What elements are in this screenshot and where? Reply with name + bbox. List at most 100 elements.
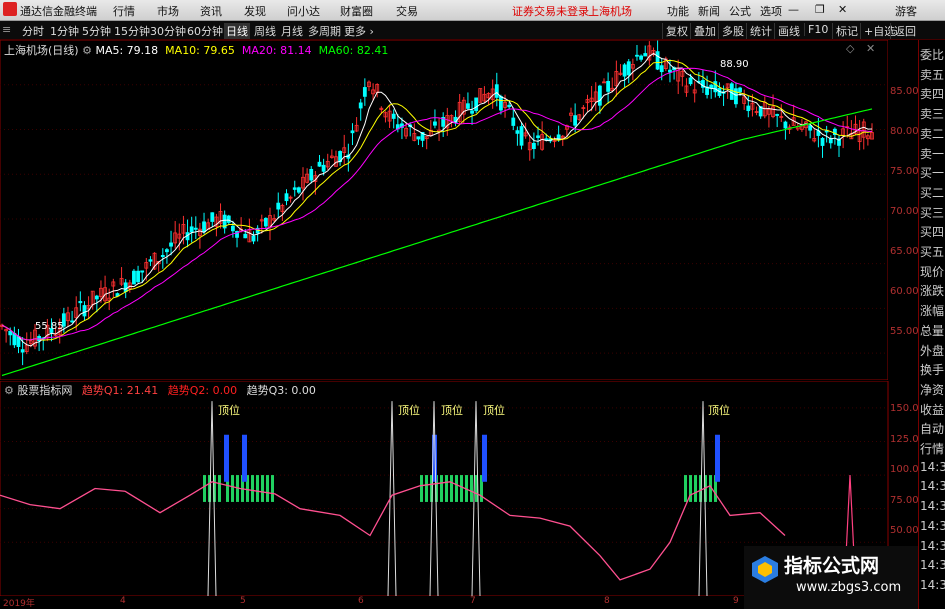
candle-body: [606, 80, 611, 92]
adjust-button[interactable]: 复权: [662, 23, 688, 39]
menu-item-quotes[interactable]: 行情: [113, 3, 135, 19]
sidebar-item[interactable]: 卖三: [920, 105, 944, 122]
sidebar-item[interactable]: 涨幅: [920, 302, 944, 319]
sidebar-item[interactable]: 卖五: [920, 66, 944, 83]
candle-body: [433, 121, 437, 126]
sidebar-item[interactable]: 买二: [920, 184, 944, 201]
multi-stock-button[interactable]: 多股: [718, 23, 744, 39]
sidebar-item[interactable]: 14:3: [920, 578, 945, 592]
period-tab-5min[interactable]: 5分钟: [82, 23, 111, 39]
stats-button[interactable]: 统计: [746, 23, 772, 39]
sidebar-item[interactable]: 买五: [920, 243, 944, 260]
period-tab-multi[interactable]: 多周期: [308, 23, 341, 39]
menu-item-news[interactable]: 资讯: [200, 3, 222, 19]
sidebar-item[interactable]: 14:3: [920, 558, 945, 572]
settings-icon[interactable]: ⚙: [82, 44, 95, 57]
sidebar-item[interactable]: 卖四: [920, 85, 944, 102]
login-notice[interactable]: 证券交易未登录: [512, 3, 589, 19]
signal-bar: [261, 475, 264, 502]
period-tab-60min[interactable]: 60分钟: [187, 23, 223, 39]
period-toolbar: ≡ 分时 1分钟 5分钟 15分钟 30分钟 60分钟 日线 周线 月线 多周期…: [0, 21, 945, 40]
ind-y-tick: 75.00: [890, 495, 919, 506]
toolbar-menu-icon[interactable]: ≡: [2, 23, 11, 36]
candle-body: [536, 135, 540, 138]
sidebar-item[interactable]: 净资: [920, 381, 944, 398]
period-tab-monthly[interactable]: 月线: [281, 23, 303, 39]
sidebar-item[interactable]: 买四: [920, 223, 944, 240]
menu-item-function[interactable]: 功能: [667, 3, 689, 19]
period-tab-daily[interactable]: 日线: [224, 23, 250, 39]
menu-item-options[interactable]: 选项: [760, 3, 782, 19]
menu-item-wealth[interactable]: 财富圈: [340, 3, 373, 19]
diamond-icon[interactable]: ◇: [846, 42, 854, 55]
sidebar-item[interactable]: 外盘: [920, 342, 944, 359]
signal-bar: [266, 475, 269, 502]
period-tab-timeshare[interactable]: 分时: [22, 23, 44, 39]
sidebar-item[interactable]: 14:3: [920, 539, 945, 553]
sidebar-item[interactable]: 买一: [920, 164, 944, 181]
menu-item-newsfeed[interactable]: 新闻: [698, 3, 720, 19]
period-tab-more[interactable]: 更多 ›: [344, 23, 374, 39]
sidebar-item[interactable]: 14:3: [920, 479, 945, 493]
sidebar-item[interactable]: 买三: [920, 204, 944, 221]
sidebar-item[interactable]: 卖二: [920, 125, 944, 142]
menu-item-formula[interactable]: 公式: [729, 3, 751, 19]
pane-close-icon[interactable]: ✕: [866, 42, 875, 55]
candle-body: [70, 320, 74, 323]
signal-bar: [694, 475, 697, 502]
period-tab-15min[interactable]: 15分钟: [114, 23, 150, 39]
candle-body: [391, 113, 396, 119]
candle-body: [292, 187, 297, 190]
indicator-gridlines: [0, 407, 888, 543]
period-tab-1min[interactable]: 1分钟: [50, 23, 79, 39]
ind-y-tick: 50.00: [890, 525, 919, 536]
sidebar-item[interactable]: 换手: [920, 361, 944, 378]
sidebar-item[interactable]: 委比: [920, 46, 944, 63]
x-tick: 5: [240, 596, 246, 606]
menu-item-market[interactable]: 市场: [157, 3, 179, 19]
candle-body: [358, 102, 363, 109]
candle-body: [515, 130, 520, 134]
menu-item-trade[interactable]: 交易: [396, 3, 418, 19]
sidebar-item[interactable]: 自动: [920, 420, 944, 437]
overlay-button[interactable]: 叠加: [690, 23, 716, 39]
candle-body: [494, 84, 499, 98]
sidebar-item[interactable]: 卖一: [920, 145, 944, 162]
candle-body: [808, 125, 813, 131]
app-logo-icon: [3, 2, 17, 16]
sidebar-item[interactable]: 14:3: [920, 499, 945, 513]
candlestick-pane[interactable]: 上海机场(日线) ⚙ MA5: 79.18 MA10: 79.65 MA20: …: [0, 40, 888, 380]
menu-item-ask[interactable]: 问小达: [287, 3, 320, 19]
candle-body: [820, 137, 825, 146]
sidebar-item[interactable]: 现价: [920, 263, 944, 280]
candle-body: [659, 65, 664, 73]
sidebar-item[interactable]: 涨跌: [920, 282, 944, 299]
restore-icon[interactable]: ❐: [815, 3, 825, 16]
sidebar-item[interactable]: 收益: [920, 401, 944, 418]
sidebar-item[interactable]: 行情: [920, 440, 944, 457]
candle-body: [416, 136, 421, 140]
f10-button[interactable]: F10: [804, 23, 828, 36]
candle-body: [309, 168, 314, 181]
candle-body: [350, 130, 355, 134]
high-label: 88.90: [720, 59, 749, 70]
draw-line-button[interactable]: 画线: [774, 23, 800, 39]
minimize-icon[interactable]: —: [788, 3, 799, 16]
back-button[interactable]: 返回: [890, 23, 916, 39]
candle-body: [639, 55, 643, 60]
mark-button[interactable]: 标记: [832, 23, 858, 39]
candle-body: [140, 270, 145, 273]
indicator-settings-icon[interactable]: ⚙: [4, 384, 17, 397]
guest-label[interactable]: 游客: [895, 3, 917, 19]
sidebar-item[interactable]: 14:3: [920, 460, 945, 474]
period-tab-30min[interactable]: 30分钟: [150, 23, 186, 39]
close-icon[interactable]: ✕: [838, 3, 847, 16]
candle-body: [317, 161, 322, 167]
sidebar-item[interactable]: 14:3: [920, 519, 945, 533]
period-tab-weekly[interactable]: 周线: [254, 23, 276, 39]
q2-label: 趋势Q2: 0.00: [167, 384, 238, 397]
candle-body: [635, 54, 639, 57]
menu-item-discover[interactable]: 发现: [244, 3, 266, 19]
indicator-lines: [0, 481, 786, 581]
sidebar-item[interactable]: 总量: [920, 322, 944, 339]
